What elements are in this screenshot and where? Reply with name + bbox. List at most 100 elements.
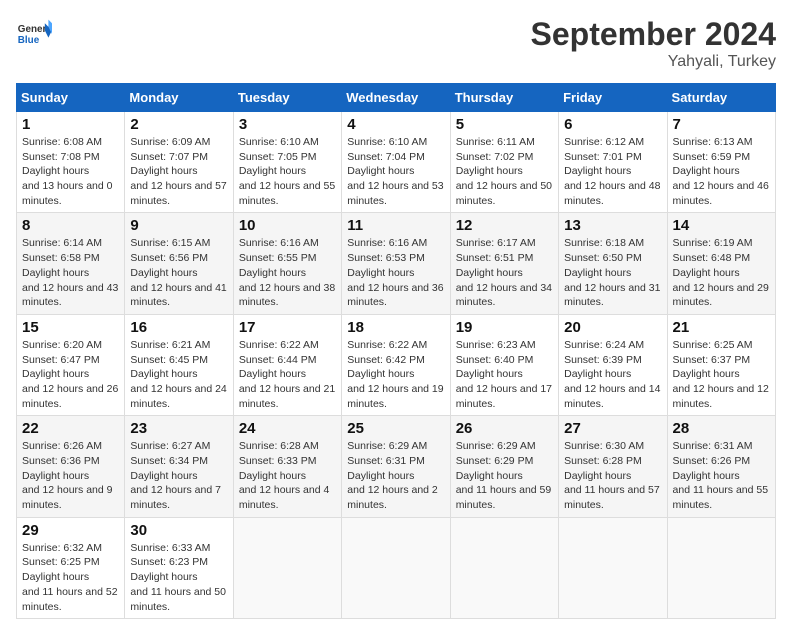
day-number: 9	[130, 217, 227, 234]
day-number: 23	[130, 420, 227, 437]
day-number: 12	[456, 217, 553, 234]
day-number: 4	[347, 116, 444, 133]
day-detail: Sunrise: 6:20 AM Sunset: 6:47 PM Dayligh…	[22, 338, 119, 411]
day-number: 10	[239, 217, 336, 234]
day-detail: Sunrise: 6:22 AM Sunset: 6:42 PM Dayligh…	[347, 338, 444, 411]
logo: General Blue	[16, 16, 52, 52]
calendar-cell: 30 Sunrise: 6:33 AM Sunset: 6:23 PM Dayl…	[125, 517, 233, 618]
day-number: 27	[564, 420, 661, 437]
day-detail: Sunrise: 6:28 AM Sunset: 6:33 PM Dayligh…	[239, 439, 336, 512]
calendar-cell	[667, 517, 775, 618]
calendar-cell: 4 Sunrise: 6:10 AM Sunset: 7:04 PM Dayli…	[342, 112, 450, 213]
day-number: 17	[239, 319, 336, 336]
calendar-row: 15 Sunrise: 6:20 AM Sunset: 6:47 PM Dayl…	[17, 314, 776, 415]
day-detail: Sunrise: 6:11 AM Sunset: 7:02 PM Dayligh…	[456, 135, 553, 208]
calendar-cell: 21 Sunrise: 6:25 AM Sunset: 6:37 PM Dayl…	[667, 314, 775, 415]
calendar-cell	[559, 517, 667, 618]
day-detail: Sunrise: 6:10 AM Sunset: 7:04 PM Dayligh…	[347, 135, 444, 208]
calendar-cell	[233, 517, 341, 618]
calendar-row: 8 Sunrise: 6:14 AM Sunset: 6:58 PM Dayli…	[17, 213, 776, 314]
day-number: 24	[239, 420, 336, 437]
day-detail: Sunrise: 6:24 AM Sunset: 6:39 PM Dayligh…	[564, 338, 661, 411]
calendar-cell: 7 Sunrise: 6:13 AM Sunset: 6:59 PM Dayli…	[667, 112, 775, 213]
calendar-cell: 13 Sunrise: 6:18 AM Sunset: 6:50 PM Dayl…	[559, 213, 667, 314]
day-detail: Sunrise: 6:33 AM Sunset: 6:23 PM Dayligh…	[130, 541, 227, 614]
day-number: 3	[239, 116, 336, 133]
day-detail: Sunrise: 6:19 AM Sunset: 6:48 PM Dayligh…	[673, 236, 770, 309]
title-block: September 2024 Yahyali, Turkey	[531, 16, 776, 71]
location: Yahyali, Turkey	[531, 53, 776, 71]
day-number: 2	[130, 116, 227, 133]
day-detail: Sunrise: 6:16 AM Sunset: 6:53 PM Dayligh…	[347, 236, 444, 309]
calendar-cell: 25 Sunrise: 6:29 AM Sunset: 6:31 PM Dayl…	[342, 416, 450, 517]
day-detail: Sunrise: 6:13 AM Sunset: 6:59 PM Dayligh…	[673, 135, 770, 208]
day-detail: Sunrise: 6:23 AM Sunset: 6:40 PM Dayligh…	[456, 338, 553, 411]
calendar-cell: 11 Sunrise: 6:16 AM Sunset: 6:53 PM Dayl…	[342, 213, 450, 314]
day-number: 26	[456, 420, 553, 437]
calendar-cell: 24 Sunrise: 6:28 AM Sunset: 6:33 PM Dayl…	[233, 416, 341, 517]
day-number: 14	[673, 217, 770, 234]
calendar-cell: 5 Sunrise: 6:11 AM Sunset: 7:02 PM Dayli…	[450, 112, 558, 213]
calendar-cell: 18 Sunrise: 6:22 AM Sunset: 6:42 PM Dayl…	[342, 314, 450, 415]
day-number: 20	[564, 319, 661, 336]
day-number: 21	[673, 319, 770, 336]
day-detail: Sunrise: 6:18 AM Sunset: 6:50 PM Dayligh…	[564, 236, 661, 309]
calendar-cell: 27 Sunrise: 6:30 AM Sunset: 6:28 PM Dayl…	[559, 416, 667, 517]
calendar-cell: 22 Sunrise: 6:26 AM Sunset: 6:36 PM Dayl…	[17, 416, 125, 517]
day-number: 22	[22, 420, 119, 437]
calendar-cell: 20 Sunrise: 6:24 AM Sunset: 6:39 PM Dayl…	[559, 314, 667, 415]
logo-icon: General Blue	[16, 16, 52, 52]
header-thursday: Thursday	[450, 84, 558, 112]
svg-text:Blue: Blue	[18, 35, 40, 46]
header-wednesday: Wednesday	[342, 84, 450, 112]
day-detail: Sunrise: 6:15 AM Sunset: 6:56 PM Dayligh…	[130, 236, 227, 309]
calendar-row: 1 Sunrise: 6:08 AM Sunset: 7:08 PM Dayli…	[17, 112, 776, 213]
month-title: September 2024	[531, 16, 776, 53]
day-detail: Sunrise: 6:08 AM Sunset: 7:08 PM Dayligh…	[22, 135, 119, 208]
calendar-cell: 23 Sunrise: 6:27 AM Sunset: 6:34 PM Dayl…	[125, 416, 233, 517]
day-detail: Sunrise: 6:32 AM Sunset: 6:25 PM Dayligh…	[22, 541, 119, 614]
day-number: 6	[564, 116, 661, 133]
day-number: 5	[456, 116, 553, 133]
day-number: 19	[456, 319, 553, 336]
day-number: 28	[673, 420, 770, 437]
day-detail: Sunrise: 6:14 AM Sunset: 6:58 PM Dayligh…	[22, 236, 119, 309]
header-friday: Friday	[559, 84, 667, 112]
header-sunday: Sunday	[17, 84, 125, 112]
calendar-cell	[342, 517, 450, 618]
day-detail: Sunrise: 6:27 AM Sunset: 6:34 PM Dayligh…	[130, 439, 227, 512]
day-number: 15	[22, 319, 119, 336]
day-number: 8	[22, 217, 119, 234]
day-detail: Sunrise: 6:29 AM Sunset: 6:31 PM Dayligh…	[347, 439, 444, 512]
calendar-table: Sunday Monday Tuesday Wednesday Thursday…	[16, 83, 776, 619]
day-detail: Sunrise: 6:12 AM Sunset: 7:01 PM Dayligh…	[564, 135, 661, 208]
calendar-cell: 17 Sunrise: 6:22 AM Sunset: 6:44 PM Dayl…	[233, 314, 341, 415]
calendar-cell: 19 Sunrise: 6:23 AM Sunset: 6:40 PM Dayl…	[450, 314, 558, 415]
day-number: 18	[347, 319, 444, 336]
day-number: 11	[347, 217, 444, 234]
day-detail: Sunrise: 6:26 AM Sunset: 6:36 PM Dayligh…	[22, 439, 119, 512]
calendar-cell: 28 Sunrise: 6:31 AM Sunset: 6:26 PM Dayl…	[667, 416, 775, 517]
calendar-cell: 2 Sunrise: 6:09 AM Sunset: 7:07 PM Dayli…	[125, 112, 233, 213]
calendar-cell: 8 Sunrise: 6:14 AM Sunset: 6:58 PM Dayli…	[17, 213, 125, 314]
calendar-cell: 12 Sunrise: 6:17 AM Sunset: 6:51 PM Dayl…	[450, 213, 558, 314]
calendar-cell: 29 Sunrise: 6:32 AM Sunset: 6:25 PM Dayl…	[17, 517, 125, 618]
header-tuesday: Tuesday	[233, 84, 341, 112]
day-number: 30	[130, 522, 227, 539]
day-detail: Sunrise: 6:21 AM Sunset: 6:45 PM Dayligh…	[130, 338, 227, 411]
day-header-row: Sunday Monday Tuesday Wednesday Thursday…	[17, 84, 776, 112]
day-detail: Sunrise: 6:09 AM Sunset: 7:07 PM Dayligh…	[130, 135, 227, 208]
calendar-row: 22 Sunrise: 6:26 AM Sunset: 6:36 PM Dayl…	[17, 416, 776, 517]
day-detail: Sunrise: 6:31 AM Sunset: 6:26 PM Dayligh…	[673, 439, 770, 512]
day-number: 16	[130, 319, 227, 336]
calendar-cell: 6 Sunrise: 6:12 AM Sunset: 7:01 PM Dayli…	[559, 112, 667, 213]
day-detail: Sunrise: 6:25 AM Sunset: 6:37 PM Dayligh…	[673, 338, 770, 411]
page-header: General Blue September 2024 Yahyali, Tur…	[16, 16, 776, 71]
day-detail: Sunrise: 6:30 AM Sunset: 6:28 PM Dayligh…	[564, 439, 661, 512]
calendar-cell	[450, 517, 558, 618]
calendar-cell: 14 Sunrise: 6:19 AM Sunset: 6:48 PM Dayl…	[667, 213, 775, 314]
calendar-cell: 26 Sunrise: 6:29 AM Sunset: 6:29 PM Dayl…	[450, 416, 558, 517]
header-monday: Monday	[125, 84, 233, 112]
day-detail: Sunrise: 6:10 AM Sunset: 7:05 PM Dayligh…	[239, 135, 336, 208]
header-saturday: Saturday	[667, 84, 775, 112]
